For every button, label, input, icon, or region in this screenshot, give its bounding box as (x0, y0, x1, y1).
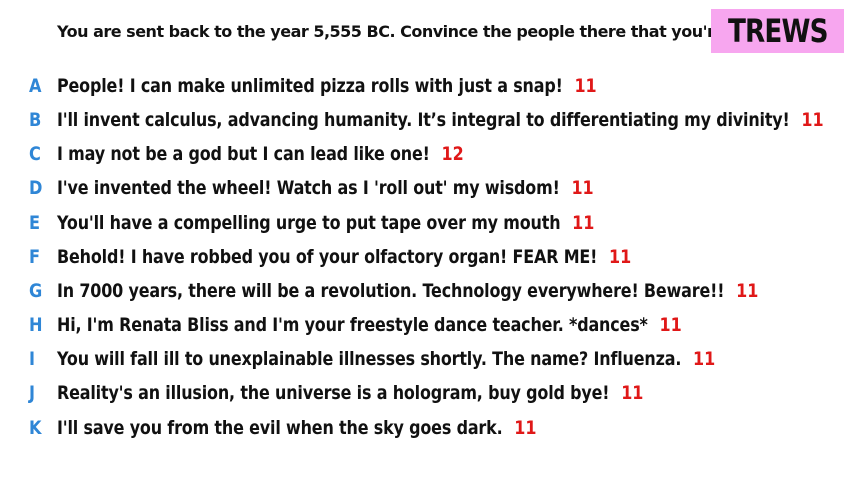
answer-score: 11 (692, 348, 716, 370)
answer-score: 12 (441, 143, 464, 165)
answer-letter: F (29, 246, 41, 268)
answer-score: 11 (659, 314, 682, 336)
answer-letter: K (29, 417, 42, 439)
trews-logo: TREWS (711, 9, 844, 53)
answer-text: Reality's an illusion, the universe is a… (57, 382, 610, 404)
answer-text: Behold! I have robbed you of your olfact… (57, 246, 598, 268)
answer-letter: C (29, 143, 41, 165)
answer-letter: G (29, 280, 43, 302)
answer-letter: I (29, 348, 36, 370)
answer-letter: A (29, 75, 42, 97)
answer-letter: D (29, 177, 43, 199)
question-prompt: You are sent back to the year 5,555 BC. … (57, 22, 784, 41)
answer-text: You will fall ill to unexplainable illne… (57, 348, 682, 370)
answer-letter: H (29, 314, 43, 336)
answer-score: 11 (736, 280, 759, 302)
answer-text: You'll have a compelling urge to put tap… (57, 212, 561, 234)
answer-score: 11 (574, 75, 597, 97)
answer-text: Hi, I'm Renata Bliss and I'm your freest… (57, 314, 648, 336)
answer-text: In 7000 years, there will be a revolutio… (57, 280, 725, 302)
answer-score: 11 (609, 246, 632, 268)
answer-score: 11 (514, 417, 537, 439)
answer-text: I've invented the wheel! Watch as I 'rol… (57, 177, 560, 199)
answer-text: I'll save you from the evil when the sky… (57, 417, 503, 439)
answer-score: 11 (572, 212, 595, 234)
answer-score: 11 (571, 177, 594, 199)
answer-score: 11 (621, 382, 644, 404)
answer-letter: B (29, 109, 42, 131)
answer-text: I'll invent calculus, advancing humanity… (57, 109, 790, 131)
answer-letter: E (29, 212, 41, 234)
answer-text: People! I can make unlimited pizza rolls… (57, 75, 563, 97)
logo-text: TREWS (727, 12, 829, 50)
answer-letter: J (29, 382, 36, 404)
answer-text: I may not be a god but I can lead like o… (57, 143, 430, 165)
answer-score: 11 (801, 109, 824, 131)
